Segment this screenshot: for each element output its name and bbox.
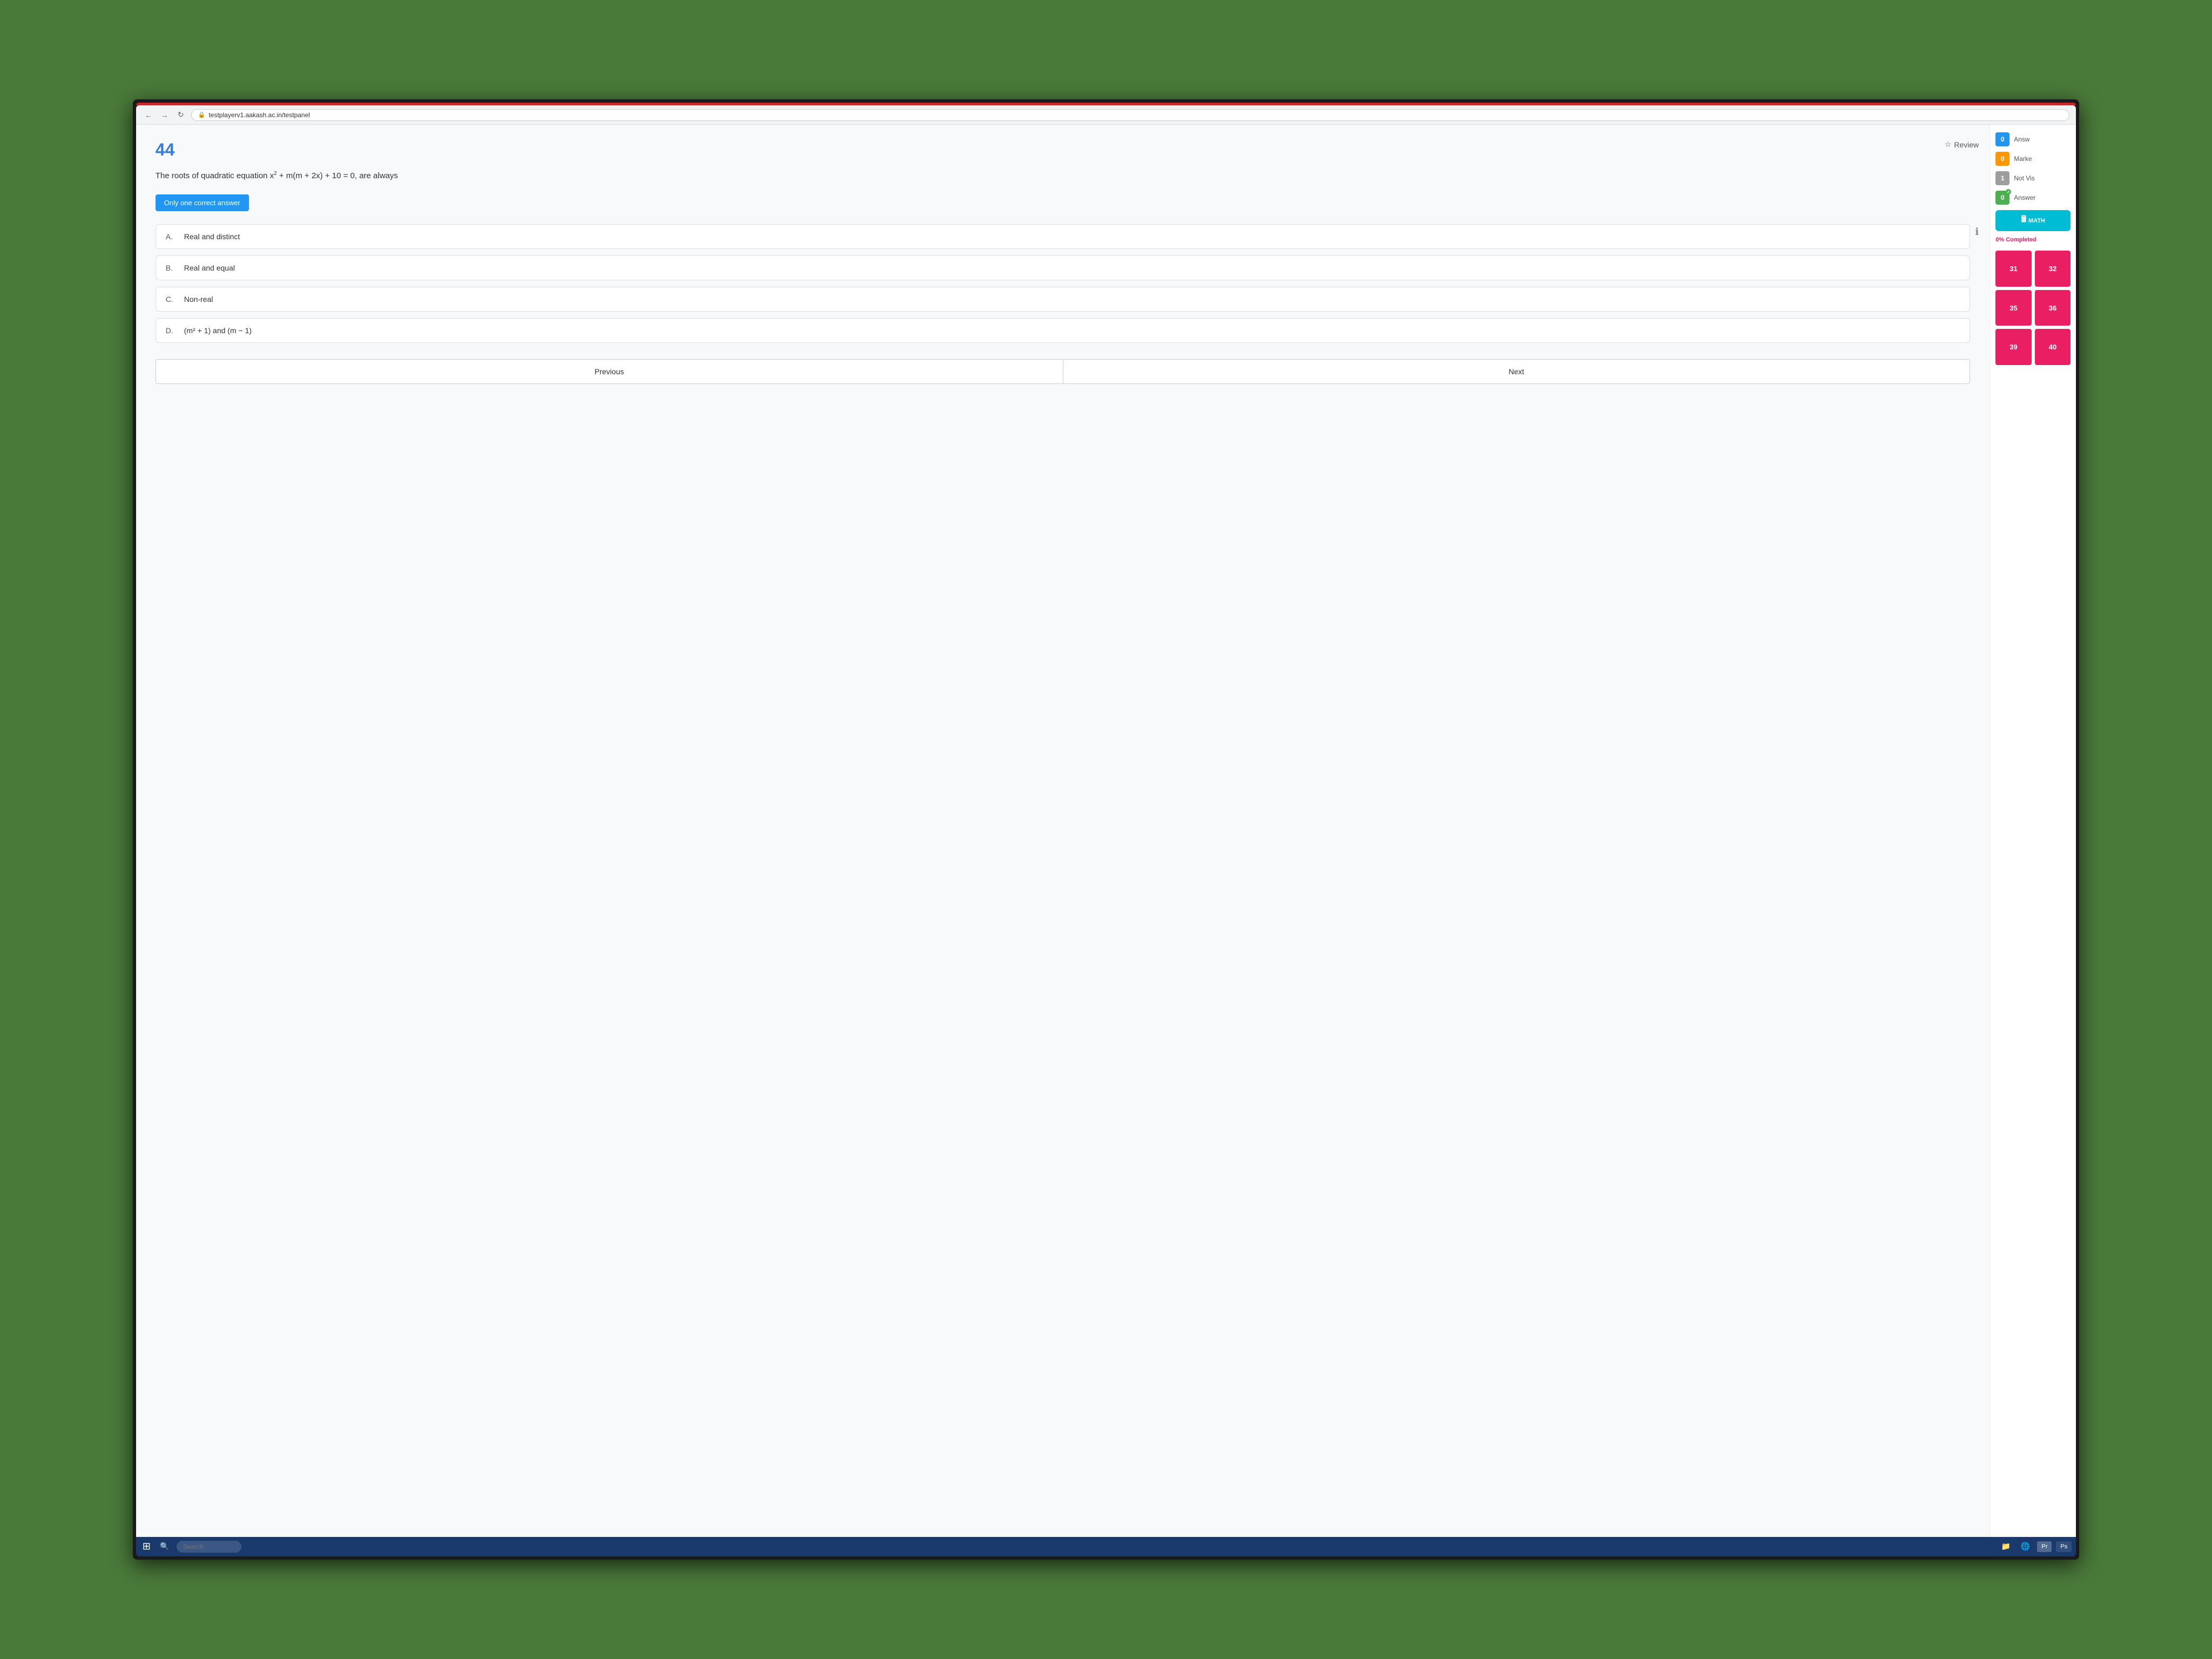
- option-c-label: C.: [166, 295, 177, 304]
- question-suffix: + m(m + 2x) + 10 = 0, are always: [277, 171, 398, 180]
- answered-status-row: 0 Answ: [1995, 132, 2071, 146]
- progress-text: 0% Completed: [1995, 237, 2071, 243]
- not-visited-label: Not Vis: [2014, 174, 2034, 182]
- option-a-label: A.: [166, 232, 177, 241]
- option-c-text: Non-real: [184, 295, 213, 304]
- question-grid-btn-32[interactable]: 32: [2035, 251, 2071, 287]
- option-b-text: Real and equal: [184, 264, 235, 272]
- premiere-app[interactable]: Pr: [2037, 1541, 2052, 1552]
- subject-label: MATH: [2028, 218, 2045, 224]
- previous-button[interactable]: Previous: [156, 359, 1063, 384]
- option-b[interactable]: B. Real and equal: [156, 255, 1970, 280]
- star-icon: ☆: [1945, 140, 1952, 149]
- search-taskbar-icon[interactable]: 🔍: [157, 1539, 172, 1554]
- option-d-text: (m² + 1) and (m − 1): [184, 326, 252, 335]
- photoshop-app[interactable]: Ps: [2056, 1541, 2072, 1552]
- navigation-buttons: Previous Next: [156, 359, 1970, 384]
- answer-type-button[interactable]: Only one correct answer: [156, 194, 249, 211]
- question-grid-btn-31[interactable]: 31: [1995, 251, 2032, 287]
- option-a-text: Real and distinct: [184, 232, 240, 241]
- file-explorer-icon[interactable]: 📁: [1998, 1539, 2013, 1554]
- marked-badge: 0: [1995, 152, 2009, 166]
- taskbar-search-input[interactable]: [177, 1541, 241, 1553]
- question-grid-btn-39[interactable]: 39: [1995, 329, 2032, 365]
- option-c[interactable]: C. Non-real: [156, 287, 1970, 312]
- taskbar: ⊞ 🔍 📁 🌐 Pr Ps: [136, 1537, 2076, 1556]
- windows-start-button[interactable]: ⊞: [140, 1539, 153, 1554]
- question-number: 44: [156, 140, 1970, 160]
- option-a[interactable]: A. Real and distinct: [156, 224, 1970, 249]
- reload-button[interactable]: ↻: [175, 109, 187, 121]
- option-b-label: B.: [166, 264, 177, 272]
- chrome-icon[interactable]: 🌐: [2018, 1539, 2033, 1554]
- main-content: 44 ☆ Review The roots of quadratic equat…: [136, 125, 1990, 1536]
- question-grid: 313235363940: [1995, 251, 2071, 365]
- not-visited-badge: 1: [1995, 171, 2009, 185]
- lock-icon: 🔒: [198, 111, 206, 118]
- question-grid-btn-40[interactable]: 40: [2035, 329, 2071, 365]
- subject-face-icon: 🖩: [2021, 213, 2026, 228]
- answered-marked-label: Answer: [2014, 194, 2035, 201]
- next-button[interactable]: Next: [1063, 359, 1971, 384]
- question-grid-btn-36[interactable]: 36: [2035, 290, 2071, 326]
- option-d[interactable]: D. (m² + 1) and (m − 1): [156, 318, 1970, 343]
- review-label: Review: [1954, 140, 1979, 149]
- address-bar[interactable]: 🔒 testplayerv1.aakash.ac.in/testpanel: [191, 109, 2069, 121]
- answered-badge: 0: [1995, 132, 2009, 146]
- marked-label: Marke: [2014, 155, 2032, 163]
- option-d-label: D.: [166, 326, 177, 335]
- question-text: The roots of quadratic equation x2 + m(m…: [156, 170, 1970, 183]
- subject-icon: 🖩 MATH: [1995, 210, 2071, 231]
- question-grid-btn-35[interactable]: 35: [1995, 290, 2032, 326]
- sidebar: 0 Answ 0 Marke 1 Not Vis 0 Answer 🖩 MATH…: [1990, 125, 2076, 1536]
- answered-label: Answ: [2014, 136, 2029, 143]
- not-visited-status-row: 1 Not Vis: [1995, 171, 2071, 185]
- answered-marked-status-row: 0 Answer: [1995, 191, 2071, 205]
- marked-status-row: 0 Marke: [1995, 152, 2071, 166]
- back-button[interactable]: ←: [143, 109, 154, 121]
- review-button[interactable]: ☆ Review: [1945, 140, 1979, 149]
- forward-button[interactable]: →: [159, 109, 171, 121]
- url-text: testplayerv1.aakash.ac.in/testpanel: [208, 111, 309, 119]
- info-icon[interactable]: ℹ: [1975, 226, 1979, 238]
- question-prefix: The roots of quadratic equation x: [156, 171, 274, 180]
- options-container: A. Real and distinct B. Real and equal C…: [156, 224, 1970, 343]
- answered-marked-badge: 0: [1995, 191, 2009, 205]
- browser-content: 44 ☆ Review The roots of quadratic equat…: [136, 125, 2076, 1536]
- browser-toolbar: ← → ↻ 🔒 testplayerv1.aakash.ac.in/testpa…: [136, 105, 2076, 125]
